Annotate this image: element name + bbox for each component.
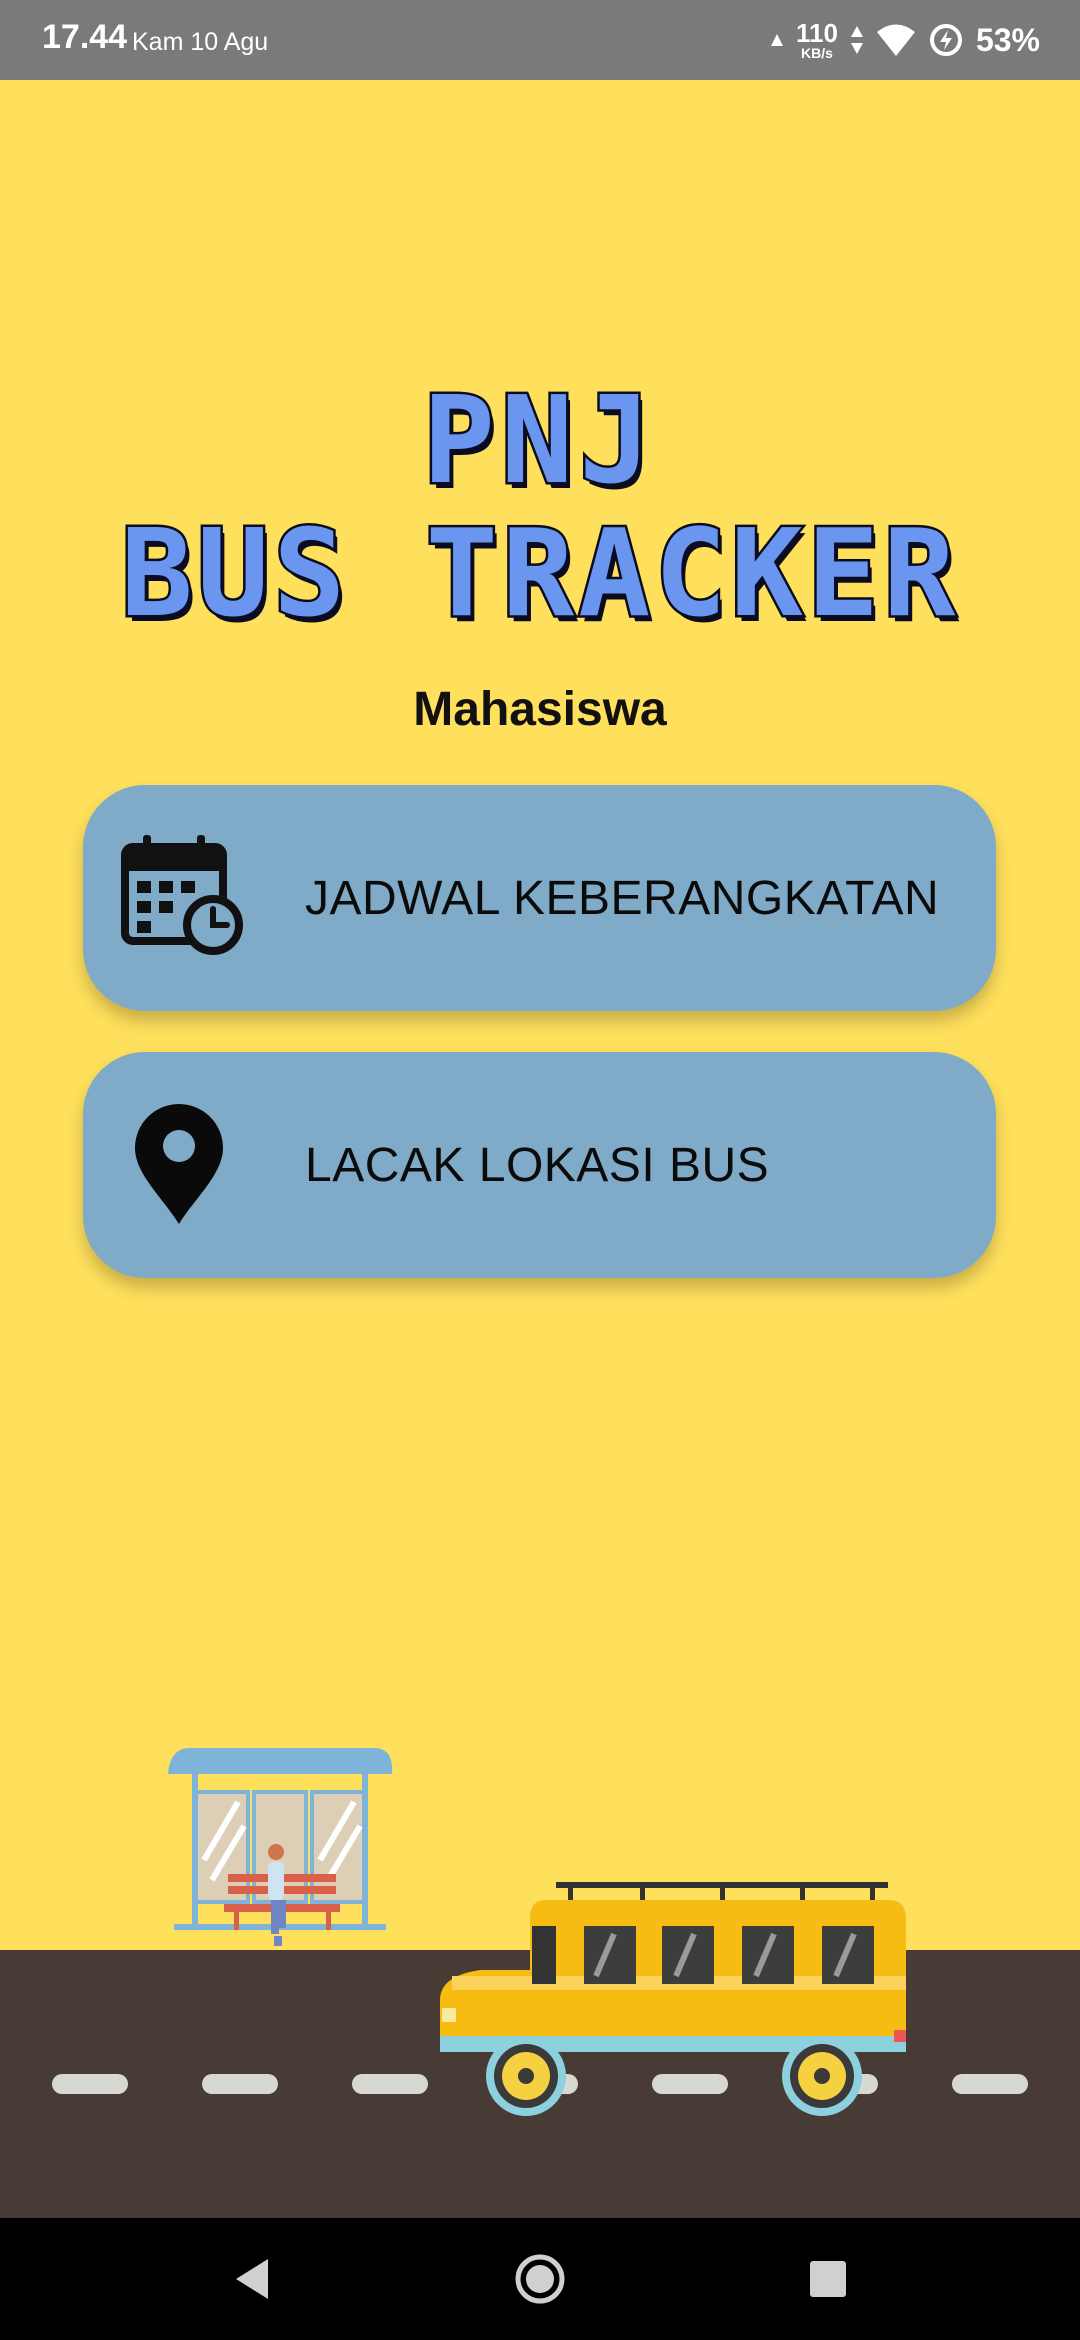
upload-arrow-icon [771,34,783,46]
bus-shelter [168,1748,393,1946]
home-button[interactable] [480,2218,600,2340]
battery-percent: 53% [975,21,1040,58]
wifi-icon [876,24,915,56]
schedule-button-label: JADWAL KEBERANGKATAN [305,872,940,925]
data-transfer-icon [850,26,863,54]
status-icons: 110 KB/s 53% [770,18,1040,62]
calendar-clock-icon [121,835,243,955]
status-date: Kam 10 Agu [132,28,269,56]
track-bus-button[interactable]: LACAK LOKASI BUS [83,1052,996,1278]
bus-stop-illustration [0,1748,1080,2218]
network-speed: 110 KB/s [796,20,838,60]
system-navigation-bar [0,2218,1080,2340]
home-icon [515,2254,565,2304]
user-role-label: Mahasiswa [413,683,667,736]
network-speed-value: 110 [796,18,838,48]
recents-icon [810,2261,846,2297]
battery-saver-icon [929,24,962,56]
network-speed-unit: KB/s [801,45,833,61]
app-title-line2: BUS TRACKER [118,503,960,647]
app-title-line1: PNJ [420,370,658,514]
status-time: 17.44 [42,18,128,56]
back-icon [236,2259,268,2299]
recents-button[interactable] [768,2218,888,2340]
back-button[interactable] [192,2218,312,2340]
schedule-button[interactable]: JADWAL KEBERANGKATAN [83,785,996,1011]
map-pin-icon [135,1104,223,1224]
status-bar: 17.44 Kam 10 Agu 110 KB/s 53% [0,0,1080,80]
track-bus-button-label: LACAK LOKASI BUS [305,1139,770,1192]
